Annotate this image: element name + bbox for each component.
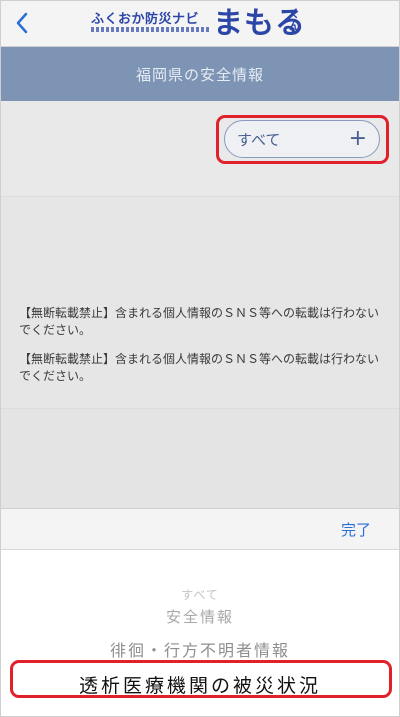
chevron-left-icon [16,12,28,34]
notice-text: 【無断転載禁止】含まれる個人情報のＳＮＳ等への転載は行わないでください。 [19,306,380,337]
app-header: ふくおか防災ナビ まもる くん [1,1,399,47]
logo-subtitle: ふくおか防災ナビ [91,12,200,27]
filter-highlight [216,115,389,164]
logo-kun: くん [289,7,300,32]
logo-stripe [91,27,211,32]
picker-option[interactable]: 徘徊・行方不明者情報 [1,637,399,661]
picker-option[interactable]: 安全情報 [1,606,399,627]
notice-text: 【無断転載禁止】含まれる個人情報のＳＮＳ等への転載は行わないでください。 [19,352,380,383]
page-title: 福岡県の安全情報 [135,65,264,84]
done-button[interactable]: 完了 [341,519,371,540]
selected-option-highlight [10,660,392,698]
app-screen: ふくおか防災ナビ まもる くん 福岡県の安全情報 すべて + 【無断転載禁止】含… [0,0,400,717]
picker-option[interactable]: すべて [1,586,399,603]
picker-toolbar: 完了 [1,508,399,550]
app-logo: ふくおか防災ナビ まもる くん [89,6,319,44]
title-bar: 福岡県の安全情報 [1,47,399,101]
back-button[interactable] [7,7,37,39]
content-below [1,409,399,509]
